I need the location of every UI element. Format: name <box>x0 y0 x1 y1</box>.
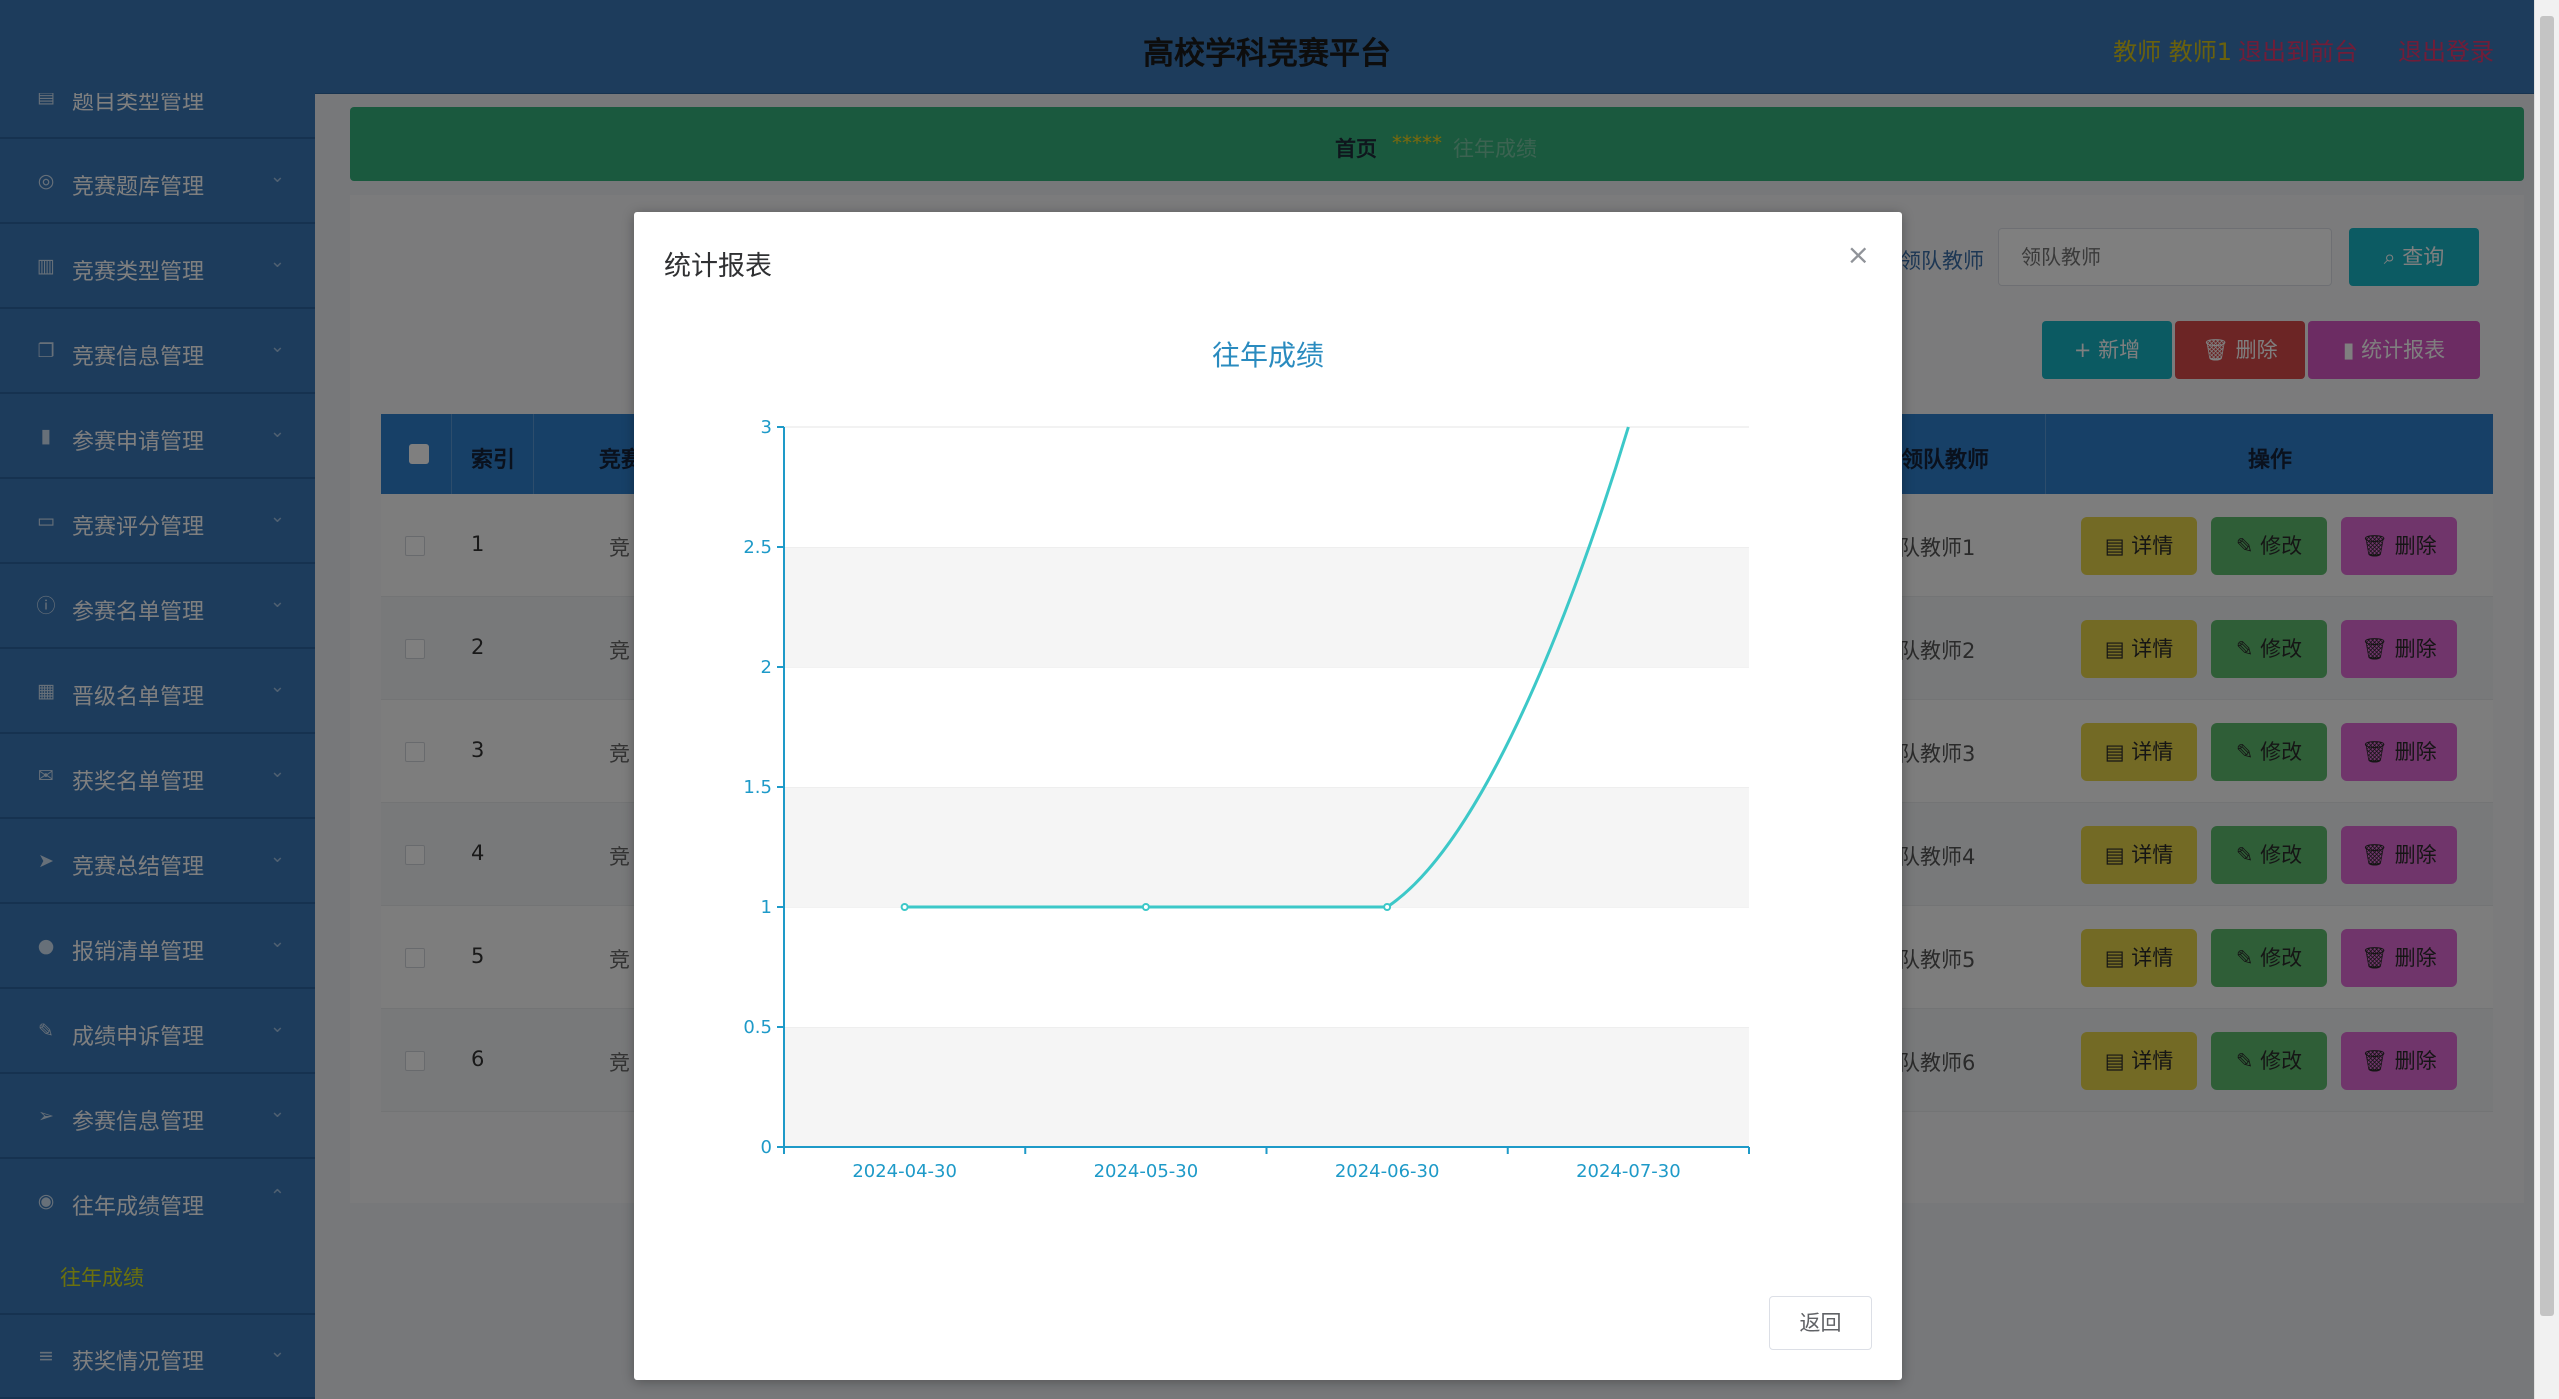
grid-band <box>784 1027 1749 1147</box>
grid-band <box>784 547 1749 667</box>
y-tick-label: 1.5 <box>743 777 772 798</box>
x-tick-label: 2024-06-30 <box>1335 1161 1440 1182</box>
data-point <box>1141 903 1150 911</box>
back-button[interactable]: 返回 <box>1769 1296 1872 1350</box>
grid-band <box>784 427 1749 547</box>
grid-band <box>784 787 1749 907</box>
y-tick-label: 3 <box>761 417 772 438</box>
grid-band <box>784 907 1749 1027</box>
y-tick-label: 0.5 <box>743 1017 772 1038</box>
x-axis-ticks: 2024-04-30 2024-05-30 2024-06-30 2024-07-30 <box>783 1147 1750 1182</box>
y-tick-label: 1 <box>761 897 772 918</box>
scrollbar-thumb[interactable] <box>2540 16 2554 1316</box>
x-tick-label: 2024-07-30 <box>1576 1161 1681 1182</box>
y-tick-label: 0 <box>761 1137 772 1158</box>
line-chart: 往年成绩 00.511.522.53 2024-04-30 2024-05-30 2… <box>743 339 1750 1182</box>
y-tick-label: 2 <box>761 657 772 678</box>
chart-grid <box>784 426 1749 1147</box>
stats-report-dialog: 统计报表 × 往年成绩 0 0.5 1 1.5 2 2.5 3 2024-04-30 2024… <box>634 212 1902 1380</box>
grid-band <box>784 667 1749 787</box>
page-scrollbar[interactable] <box>2534 0 2559 1399</box>
x-tick-label: 2024-05-30 <box>1094 1161 1199 1182</box>
chart-title: 往年成绩 <box>1212 339 1324 372</box>
y-axis-ticks: 0 0.5 1 1.5 2 2.5 3 <box>743 417 784 1158</box>
data-point <box>900 903 909 911</box>
y-tick-label: 2.5 <box>743 537 772 558</box>
x-tick-label: 2024-04-30 <box>852 1161 957 1182</box>
data-point <box>1383 903 1392 911</box>
